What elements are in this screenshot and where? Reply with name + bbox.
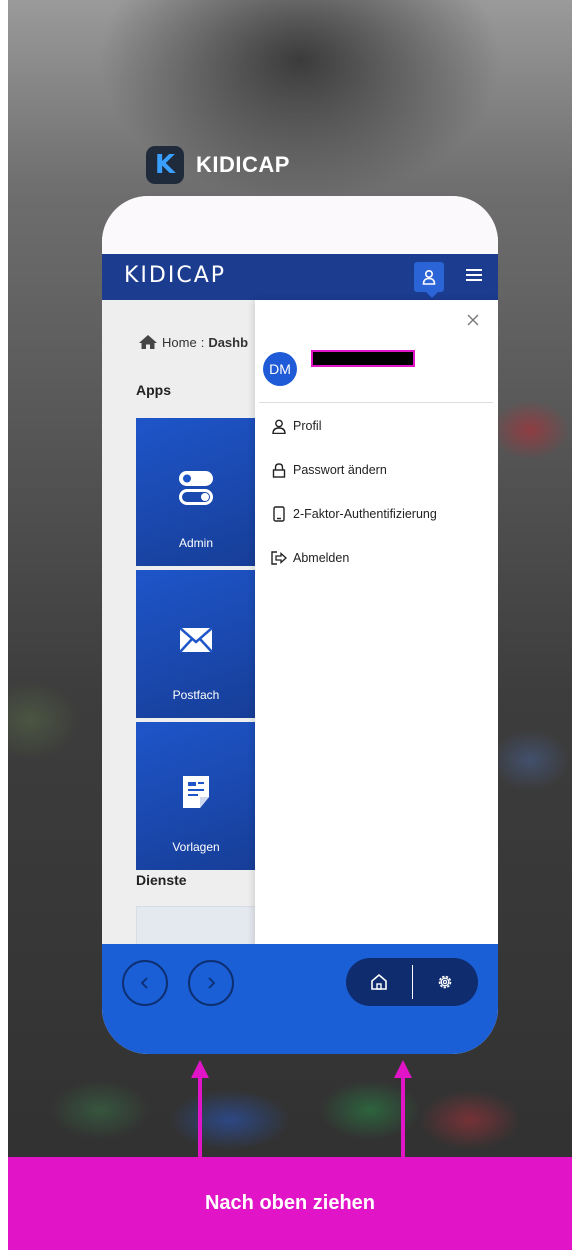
forward-button[interactable] — [188, 960, 234, 1006]
section-apps-title: Apps — [136, 382, 171, 398]
app-tile-vorlagen[interactable]: Vorlagen — [136, 722, 256, 870]
tile-label: Admin — [178, 536, 213, 550]
brand-logo: KIDICAP — [124, 263, 227, 288]
menu-item-2fa[interactable]: 2-Faktor-Authentifizierung — [271, 506, 437, 522]
breadcrumb-home[interactable]: Home — [162, 335, 197, 350]
breadcrumb-separator: : — [200, 334, 205, 350]
avatar: DM — [263, 352, 297, 386]
gear-icon — [438, 975, 452, 989]
breadcrumb-current: Dashb — [208, 334, 249, 350]
hamburger-menu-button[interactable] — [466, 266, 484, 288]
app-header: KIDICAP — [102, 254, 498, 300]
bottom-navigation-bar — [102, 944, 498, 1054]
swipe-arrow-shaft-left — [198, 1076, 202, 1158]
document-icon — [183, 776, 209, 808]
menu-item-label: 2-Faktor-Authentifizierung — [293, 507, 437, 521]
redacted-username — [311, 350, 415, 367]
user-icon — [422, 269, 436, 285]
back-button[interactable] — [122, 960, 168, 1006]
status-bar-area — [102, 196, 498, 254]
menu-item-label: Profil — [293, 419, 322, 433]
user-drawer: DM Profil Passwort ändern 2-Faktor-Authe… — [255, 300, 498, 950]
instruction-text: Nach oben ziehen — [204, 1192, 376, 1214]
hamburger-icon — [466, 269, 482, 281]
user-icon — [272, 419, 286, 434]
settings-button[interactable] — [413, 958, 479, 1006]
chevron-left-icon — [140, 977, 148, 989]
home-button[interactable] — [346, 958, 412, 1006]
home-icon — [370, 973, 387, 990]
menu-item-label: Passwort ändern — [293, 463, 387, 477]
menu-item-abmelden[interactable]: Abmelden — [271, 550, 349, 566]
divider — [259, 402, 493, 403]
right-border — [572, 0, 580, 1257]
tile-label: Vorlagen — [172, 840, 220, 854]
swipe-arrow-head-left — [191, 1060, 209, 1078]
mail-icon — [179, 627, 213, 653]
close-drawer-button[interactable] — [467, 314, 483, 330]
phone-icon — [273, 506, 285, 522]
app-tile-postfach[interactable]: Postfach — [136, 570, 256, 718]
swipe-arrow-shaft-right — [401, 1076, 405, 1158]
logout-icon — [271, 551, 287, 565]
tile-label: Postfach — [172, 688, 220, 702]
home-icon[interactable] — [138, 334, 158, 350]
kidicap-app-icon[interactable]: K — [146, 146, 184, 184]
lock-icon — [272, 462, 286, 478]
left-border — [0, 0, 8, 1257]
swipe-arrow-head-right — [394, 1060, 412, 1078]
close-icon — [467, 314, 479, 326]
app-tile-admin[interactable]: Admin — [136, 418, 256, 566]
home-settings-pill — [346, 958, 478, 1006]
breadcrumb: Home : Dashb — [138, 334, 248, 350]
user-menu-button[interactable] — [414, 262, 444, 298]
menu-item-label: Abmelden — [293, 551, 350, 565]
menu-item-profil[interactable]: Profil — [271, 418, 321, 434]
bottom-border — [0, 1250, 580, 1257]
toggle-icon — [179, 471, 213, 505]
chevron-right-icon — [208, 977, 216, 989]
app-switcher-label: K KIDICAP — [146, 146, 290, 184]
instruction-banner: Nach oben ziehen — [8, 1157, 572, 1250]
section-services-title: Dienste — [136, 872, 187, 888]
app-card[interactable]: KIDICAP Home : Dashb Apps Admin Postfach… — [102, 196, 498, 1054]
menu-item-passwort[interactable]: Passwort ändern — [271, 462, 387, 478]
app-switcher-name: KIDICAP — [196, 152, 290, 177]
